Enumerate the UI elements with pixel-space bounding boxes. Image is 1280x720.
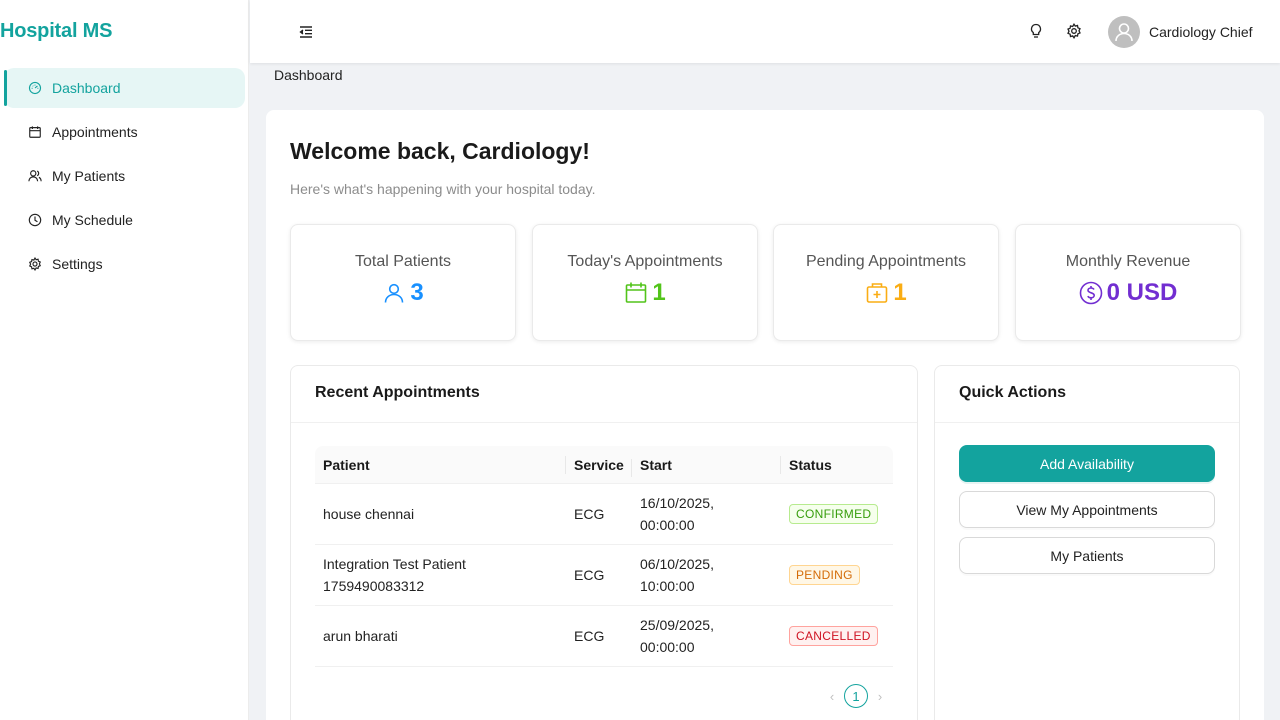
page-number[interactable]: 1 — [844, 684, 868, 708]
brand-logo[interactable]: Hospital MS — [0, 20, 112, 43]
avatar-icon — [1115, 23, 1133, 42]
stat-title: Monthly Revenue — [1065, 253, 1191, 270]
service-cell: ECG — [574, 628, 605, 644]
gear-icon — [28, 257, 42, 271]
stat-value: 1 — [652, 279, 666, 306]
sidebar-item-label: My Patients — [52, 168, 126, 184]
table-header: Patient Service Start Status — [315, 446, 893, 484]
divider — [291, 422, 917, 423]
card-title: Recent Appointments — [315, 384, 480, 401]
column-header[interactable]: Start — [632, 454, 781, 476]
chevron-left-icon[interactable]: ‹ — [825, 689, 839, 704]
sidebar-item-appointments[interactable]: Appointments — [4, 112, 245, 152]
table-row[interactable]: arun bharati ECG 25/09/2025, 00:00:00 CA… — [315, 606, 893, 667]
user-icon — [385, 283, 404, 303]
stat-value: 0 USD — [1106, 279, 1178, 306]
stat-card-pending-appointments: Pending Appointments 1 — [773, 224, 999, 341]
stat-value: 1 — [893, 279, 907, 306]
patient-name: Integration Test Patient — [323, 556, 466, 572]
my-patients-button[interactable]: My Patients — [959, 537, 1215, 574]
sidebar-menu: Dashboard Appointments My Patients My Sc… — [4, 68, 245, 288]
service-cell: ECG — [574, 567, 605, 583]
status-badge: CONFIRMED — [789, 504, 879, 524]
bulb-icon[interactable] — [1028, 23, 1044, 39]
stat-value: 3 — [410, 279, 424, 306]
stat-card-todays-appointments: Today's Appointments 1 — [532, 224, 758, 341]
start-time: 10:00:00 — [640, 578, 695, 594]
start-time: 00:00:00 — [640, 517, 695, 533]
medicine-box-icon — [867, 283, 888, 303]
sidebar-item-label: Appointments — [52, 124, 138, 140]
patient-cell: house chennai — [323, 506, 415, 522]
start-date: 16/10/2025, — [640, 495, 714, 511]
quick-actions-card: Quick Actions Add Availability View My A… — [934, 365, 1240, 720]
sidebar-item-my-schedule[interactable]: My Schedule — [4, 200, 245, 240]
chevron-right-icon[interactable]: › — [873, 689, 887, 704]
sidebar: Hospital MS Dashboard Appointments My Pa… — [0, 0, 249, 720]
stat-title: Today's Appointments — [567, 253, 723, 270]
page-title: Welcome back, Cardiology! — [290, 138, 590, 164]
stat-card-total-patients: Total Patients 3 — [290, 224, 516, 341]
status-cell: CANCELLED — [781, 626, 893, 646]
clock-icon — [28, 213, 42, 227]
recent-appointments-card: Recent Appointments Patient Service Star… — [290, 365, 918, 720]
start-cell: 06/10/2025, 10:00:00 — [632, 553, 781, 597]
start-time: 00:00:00 — [640, 639, 695, 655]
sidebar-item-settings[interactable]: Settings — [4, 244, 245, 284]
stat-card-monthly-revenue: Monthly Revenue 0 USD — [1015, 224, 1241, 341]
divider — [935, 422, 1239, 423]
avatar[interactable] — [1108, 16, 1140, 48]
dashboard-icon — [28, 81, 42, 95]
card-title: Quick Actions — [959, 384, 1066, 401]
status-badge: CANCELLED — [789, 626, 878, 646]
start-date: 06/10/2025, — [640, 556, 714, 572]
breadcrumb: Dashboard — [274, 67, 343, 83]
page-subtitle: Here's what's happening with your hospit… — [290, 181, 596, 197]
appointments-table: Patient Service Start Status house chenn… — [315, 446, 893, 667]
view-my-appointments-button[interactable]: View My Appointments — [959, 491, 1215, 528]
sidebar-item-label: Settings — [52, 256, 103, 272]
service-cell: ECG — [574, 506, 605, 522]
calendar-icon — [28, 125, 42, 139]
status-cell: CONFIRMED — [781, 504, 893, 524]
patient-cell: Integration Test Patient 1759490083312 — [315, 553, 566, 597]
calendar-icon — [626, 282, 647, 303]
sidebar-item-my-patients[interactable]: My Patients — [4, 156, 245, 196]
patient-name-cont: 1759490083312 — [323, 578, 425, 594]
column-header[interactable]: Status — [781, 457, 893, 473]
pagination: ‹ 1 › — [825, 684, 887, 708]
users-icon — [28, 169, 42, 183]
stat-value-row: 1 — [533, 279, 757, 307]
menu-fold-icon[interactable] — [297, 23, 315, 41]
start-cell: 16/10/2025, 00:00:00 — [632, 492, 781, 536]
add-availability-button[interactable]: Add Availability — [959, 445, 1215, 482]
status-cell: PENDING — [781, 565, 893, 585]
sidebar-item-label: Dashboard — [52, 80, 121, 96]
sidebar-item-dashboard[interactable]: Dashboard — [4, 68, 245, 108]
status-badge: PENDING — [789, 565, 860, 585]
stat-value-row: 0 USD — [1016, 279, 1240, 307]
stat-value-row: 3 — [291, 279, 515, 307]
dollar-icon — [1079, 281, 1102, 305]
gear-icon[interactable] — [1066, 22, 1082, 40]
patient-cell: arun bharati — [323, 628, 398, 644]
top-header: Cardiology Chief — [250, 0, 1280, 63]
table-row[interactable]: Integration Test Patient 1759490083312 E… — [315, 545, 893, 606]
start-date: 25/09/2025, — [640, 617, 714, 633]
stat-title: Pending Appointments — [805, 253, 967, 270]
start-cell: 25/09/2025, 00:00:00 — [632, 614, 781, 658]
column-header[interactable]: Service — [566, 457, 632, 477]
column-header[interactable]: Patient — [315, 454, 566, 476]
user-name[interactable]: Cardiology Chief — [1149, 24, 1253, 40]
table-row[interactable]: house chennai ECG 16/10/2025, 00:00:00 C… — [315, 484, 893, 545]
sidebar-item-label: My Schedule — [52, 212, 133, 228]
stat-title: Total Patients — [354, 253, 452, 270]
dashboard-content: Welcome back, Cardiology! Here's what's … — [266, 110, 1264, 720]
stat-value-row: 1 — [774, 279, 998, 307]
